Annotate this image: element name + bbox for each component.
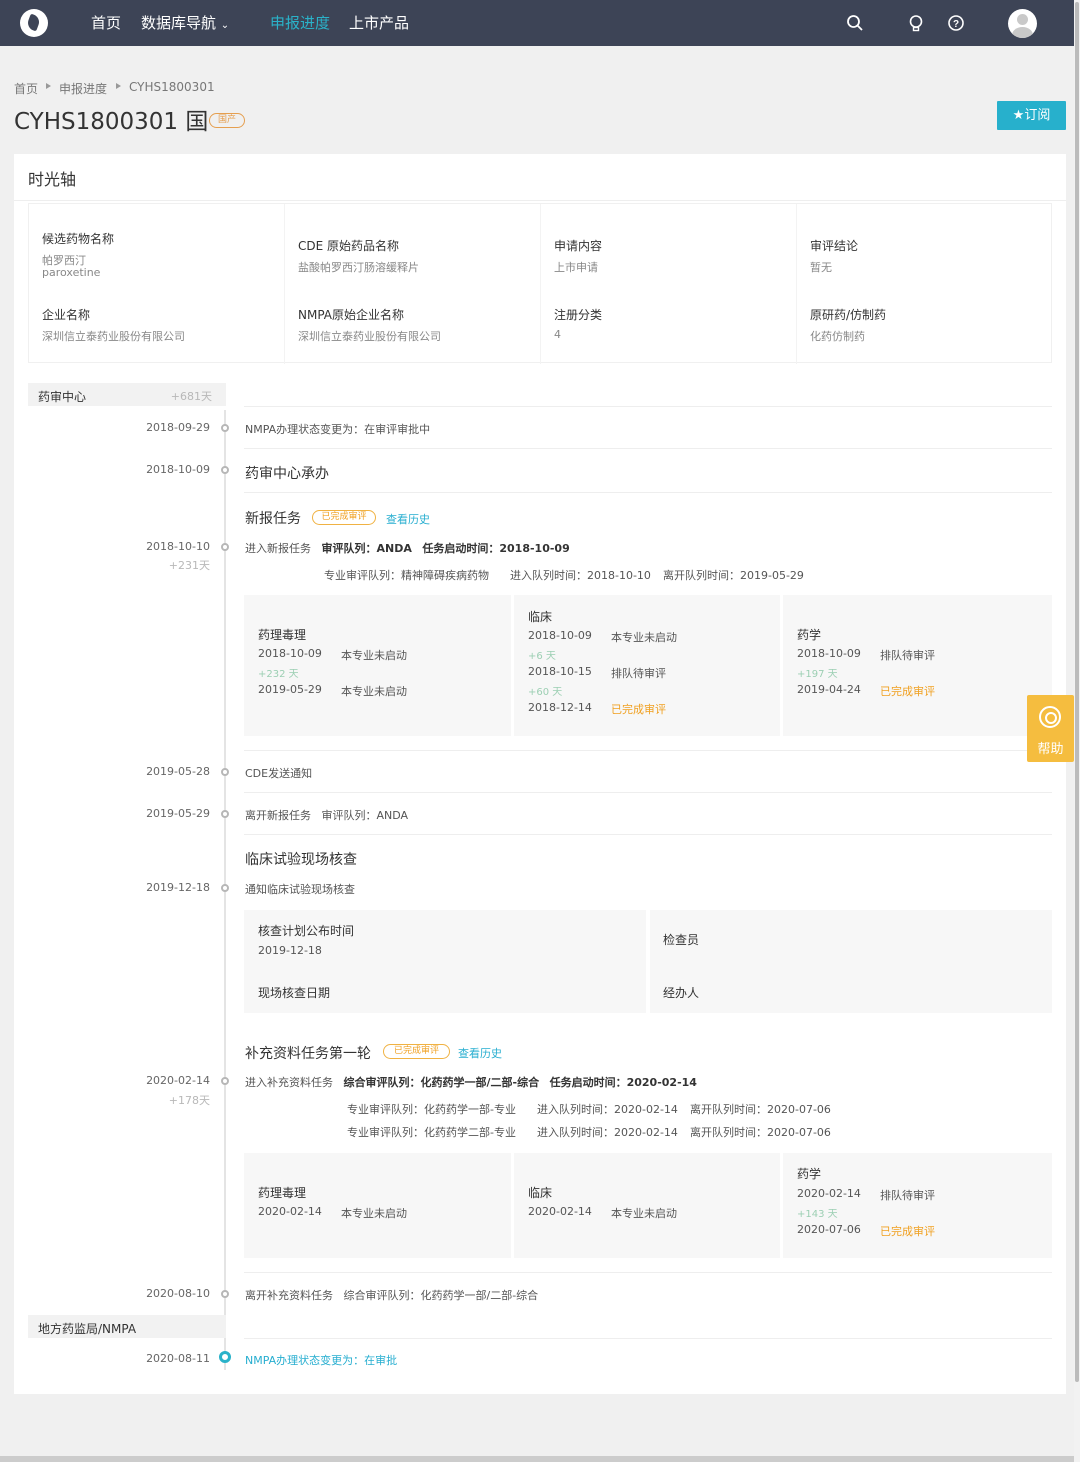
- info-label: NMPA原始企业名称: [298, 308, 405, 322]
- timeline-current-dot: [219, 1351, 231, 1363]
- view-history-link[interactable]: 查看历史: [386, 511, 430, 527]
- queue-leave-time: 离开队列时间：2019-05-29: [663, 569, 804, 582]
- breadcrumb-sep-icon: [46, 83, 51, 89]
- horizontal-scrollbar[interactable]: [0, 1456, 1074, 1462]
- timeline-dot: [221, 424, 229, 432]
- event-date: 2020-02-14: [146, 1074, 210, 1087]
- breadcrumb-current: CYHS1800301: [129, 80, 215, 94]
- top-navbar: 首页 数据库导航 ⌄ 申报进度 上市产品 ?: [0, 0, 1074, 46]
- timeline-panel: 时光轴 候选药物名称 帕罗西汀 paroxetine 企业名称 深圳信立泰药业股…: [14, 154, 1066, 1394]
- event-text: 通知临床试验现场核查: [245, 883, 355, 896]
- drug-info-grid: 候选药物名称 帕罗西汀 paroxetine 企业名称 深圳信立泰药业股份有限公…: [28, 203, 1052, 364]
- info-label: 候选药物名称: [42, 232, 115, 246]
- breadcrumb-home[interactable]: 首页: [14, 80, 38, 97]
- event-date: 2019-12-18: [146, 881, 210, 894]
- event-days: +178天: [168, 1094, 210, 1107]
- timeline-dot: [221, 810, 229, 818]
- task-enter-text: 进入新报任务 审评队列：ANDA 任务启动时间：2018-10-09: [245, 542, 570, 555]
- timeline-dot: [221, 1077, 229, 1085]
- task-title: 补充资料任务第一轮: [245, 1046, 371, 1062]
- view-history-link[interactable]: 查看历史: [458, 1045, 502, 1061]
- discipline-box-clinical: 临床 2020-02-14 本专业未启动: [514, 1153, 780, 1258]
- breadcrumb-sep-icon: [116, 83, 121, 89]
- event-text: 离开新报任务 审评队列：ANDA: [245, 809, 409, 822]
- info-value: 上市申请: [554, 261, 598, 274]
- user-avatar[interactable]: [1008, 9, 1037, 38]
- queue-leave-time: 离开队列时间：2020-07-06: [690, 1103, 831, 1116]
- vertical-scrollbar[interactable]: [1074, 0, 1080, 1462]
- event-title: 药审中心承办: [245, 466, 329, 482]
- info-label: 申请内容: [554, 239, 603, 253]
- queue-leave-time: 离开队列时间：2020-07-06: [690, 1126, 831, 1139]
- info-value: 4: [554, 328, 561, 341]
- timeline-dot: [221, 1290, 229, 1298]
- timeline-dot: [221, 884, 229, 892]
- section-header-cde: 药审中心 +681天: [28, 383, 226, 406]
- timeline-dot: [221, 466, 229, 474]
- discipline-box-pharmtox: 药理毒理 2018-10-09 本专业未启动 +232 天 2019-05-29…: [244, 595, 511, 736]
- search-icon[interactable]: [846, 14, 864, 32]
- status-tag: 已完成审评: [312, 510, 376, 525]
- info-value: 深圳信立泰药业股份有限公司: [298, 330, 441, 343]
- info-label: CDE 原始药品名称: [298, 239, 400, 253]
- subscribe-button[interactable]: ★订阅: [997, 101, 1066, 130]
- event-text: NMPA办理状态变更为：在审评审批中: [245, 423, 431, 436]
- event-date: 2018-10-10: [146, 540, 210, 553]
- help-circle-icon[interactable]: ?: [947, 14, 965, 32]
- event-date: 2020-08-11: [146, 1352, 210, 1365]
- nav-products[interactable]: 上市产品: [349, 14, 409, 32]
- nav-progress[interactable]: 申报进度: [270, 14, 330, 32]
- queue-detail: 专业审评队列：化药药学一部-专业: [347, 1103, 516, 1116]
- event-date: 2019-05-29: [146, 807, 210, 820]
- info-value: paroxetine: [42, 266, 101, 279]
- info-value: 化药仿制药: [810, 330, 865, 343]
- event-text-current: NMPA办理状态变更为：在审批: [245, 1354, 398, 1367]
- info-label: 审评结论: [810, 239, 859, 253]
- bulb-icon[interactable]: [907, 14, 925, 32]
- nav-home[interactable]: 首页: [91, 14, 121, 32]
- queue-detail: 专业审评队列：化药药学二部-专业: [347, 1126, 516, 1139]
- queue-enter-time: 进入队列时间：2020-02-14: [537, 1103, 678, 1116]
- timeline-dot: [221, 543, 229, 551]
- event-text: 离开补充资料任务 综合审评队列：化药药学一部/二部-综合: [245, 1289, 539, 1302]
- panel-title: 时光轴: [28, 170, 77, 189]
- discipline-box-pharmacy: 药学 2020-02-14 排队待审评 +143 天 2020-07-06 已完…: [783, 1153, 1052, 1258]
- queue-detail: 专业审评队列：精神障碍疾病药物: [324, 569, 489, 582]
- discipline-box-pharmacy: 药学 2018-10-09 排队待审评 +197 天 2019-04-24 已完…: [783, 595, 1052, 736]
- section-header-nmpa: 地方药监局/NMPA: [28, 1315, 226, 1338]
- discipline-box-clinical: 临床 2018-10-09 本专业未启动 +6 天 2018-10-15 排队待…: [514, 595, 780, 736]
- help-button[interactable]: 帮助: [1027, 695, 1074, 762]
- breadcrumb-progress[interactable]: 申报进度: [59, 80, 107, 97]
- info-label: 注册分类: [554, 308, 603, 322]
- inspection-box-right: 检查员 经办人: [650, 910, 1052, 1013]
- logo-icon[interactable]: [20, 9, 48, 37]
- event-date: 2018-10-09: [146, 463, 210, 476]
- task-enter-text: 进入补充资料任务 综合审评队列：化药药学一部/二部-综合 任务启动时间：2020…: [245, 1076, 697, 1089]
- status-tag: 已完成审评: [383, 1044, 450, 1059]
- inspection-box-left: 核查计划公布时间 2019-12-18 现场核查日期: [244, 910, 646, 1013]
- discipline-box-pharmtox: 药理毒理 2020-02-14 本专业未启动: [244, 1153, 511, 1258]
- queue-enter-time: 进入队列时间：2020-02-14: [537, 1126, 678, 1139]
- event-date: 2018-09-29: [146, 421, 210, 434]
- chevron-down-icon: ⌄: [220, 20, 230, 31]
- svg-text:?: ?: [953, 19, 959, 30]
- event-date: 2020-08-10: [146, 1287, 210, 1300]
- info-value: 盐酸帕罗西汀肠溶缓释片: [298, 261, 419, 274]
- event-date: 2019-05-28: [146, 765, 210, 778]
- queue-enter-time: 进入队列时间：2018-10-10: [510, 569, 651, 582]
- event-text: CDE发送通知: [245, 767, 313, 780]
- nav-database[interactable]: 数据库导航 ⌄: [141, 14, 229, 35]
- task-title: 新报任务: [245, 511, 301, 527]
- info-label: 原研药/仿制药: [810, 308, 887, 322]
- event-days: +231天: [168, 559, 210, 572]
- info-label: 企业名称: [42, 308, 91, 322]
- inspection-title: 临床试验现场核查: [245, 852, 357, 868]
- page-title: CYHS1800301 国: [14, 109, 209, 135]
- help-icon: [1039, 706, 1061, 728]
- info-value: 深圳信立泰药业股份有限公司: [42, 330, 185, 343]
- timeline-dot: [221, 768, 229, 776]
- info-value: 暂无: [810, 261, 832, 274]
- domestic-badge: 国产: [209, 113, 245, 128]
